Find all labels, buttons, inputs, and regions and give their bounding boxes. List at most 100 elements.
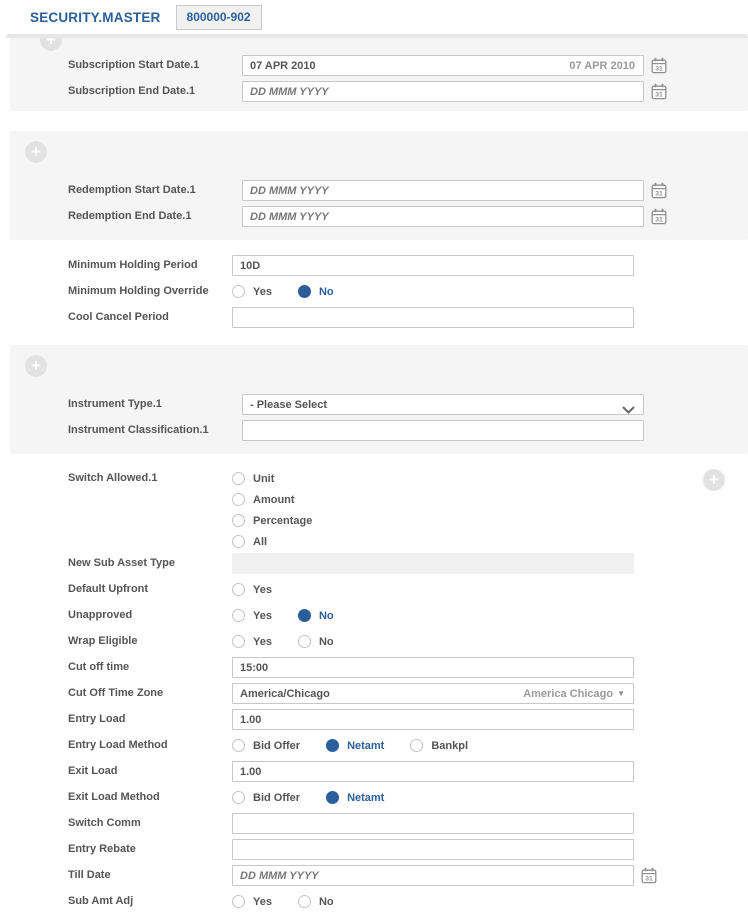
- add-switch-row-button[interactable]: +: [703, 469, 725, 491]
- wrap-eligible-row: Wrap Eligible Yes No: [0, 629, 748, 654]
- unapproved-radio-group: Yes No: [232, 609, 360, 622]
- subscription-end-date-calendar-button[interactable]: 31: [651, 83, 667, 100]
- redemption-end-date-label: Redemption End Date.1: [10, 210, 242, 223]
- new-sub-asset-type-label: New Sub Asset Type: [0, 557, 232, 570]
- sub-amt-adj-yes-radio[interactable]: Yes: [232, 895, 272, 908]
- unapproved-no-radio[interactable]: No: [298, 609, 334, 622]
- exit-load-input[interactable]: [232, 761, 634, 782]
- exit-load-method-row: Exit Load Method Bid Offer Netamt: [0, 785, 748, 810]
- svg-text:31: 31: [655, 66, 663, 73]
- till-date-calendar-button[interactable]: 31: [641, 867, 657, 884]
- cut-off-time-label: Cut off time: [0, 661, 232, 674]
- redemption-dates-panel: + Redemption Start Date.1 31 Redemption …: [10, 131, 748, 240]
- radio-icon: [232, 609, 245, 622]
- add-redemption-row-button[interactable]: +: [25, 141, 47, 163]
- redemption-start-date-label: Redemption Start Date.1: [10, 184, 242, 197]
- redemption-start-date-input[interactable]: [242, 180, 644, 201]
- switch-allowed-unit-radio[interactable]: Unit: [232, 472, 274, 485]
- instrument-classification-label: Instrument Classification.1: [10, 424, 242, 437]
- calendar-icon: 31: [651, 83, 667, 100]
- radio-checked-icon: [298, 285, 311, 298]
- subscription-start-date-calendar-button[interactable]: 31: [651, 57, 667, 74]
- radio-checked-icon: [326, 739, 339, 752]
- subscription-start-date-input[interactable]: [242, 55, 644, 76]
- svg-text:31: 31: [655, 92, 663, 99]
- radio-icon: [298, 635, 311, 648]
- page-title: SECURITY.MASTER: [30, 10, 161, 25]
- instrument-classification-input[interactable]: [242, 420, 644, 441]
- redemption-start-date-calendar-button[interactable]: 31: [651, 182, 667, 199]
- wrap-eligible-label: Wrap Eligible: [0, 635, 232, 648]
- switch-comm-input[interactable]: [232, 813, 634, 834]
- cut-off-time-zone-label: Cut Off Time Zone: [0, 687, 232, 700]
- cut-off-time-zone-row: Cut Off Time Zone America Chicago ▼: [0, 681, 748, 706]
- radio-icon: [232, 285, 245, 298]
- switch-allowed-row: Switch Allowed.1 Unit Amount Percentage …: [0, 469, 748, 550]
- subscription-start-date-label: Subscription Start Date.1: [10, 59, 242, 72]
- sub-amt-adj-no-radio[interactable]: No: [298, 895, 334, 908]
- calendar-icon: 31: [651, 182, 667, 199]
- add-instrument-row-button[interactable]: +: [25, 355, 47, 377]
- sub-amt-adj-label: Sub Amt Adj: [0, 895, 232, 908]
- redemption-end-date-calendar-button[interactable]: 31: [651, 208, 667, 225]
- instrument-panel: + Instrument Type.1 - Please Select Inst…: [10, 345, 748, 454]
- sub-amt-adj-row: Sub Amt Adj Yes No: [0, 889, 748, 914]
- minimum-holding-period-label: Minimum Holding Period: [0, 259, 232, 272]
- tab-800000-902[interactable]: 800000-902: [176, 5, 262, 30]
- exit-load-method-bid-offer-radio[interactable]: Bid Offer: [232, 791, 300, 804]
- default-upfront-label: Default Upfront: [0, 583, 232, 596]
- till-date-row: Till Date 31: [0, 863, 748, 888]
- radio-icon: [232, 493, 245, 506]
- switch-allowed-amount-radio[interactable]: Amount: [232, 493, 295, 506]
- cut-off-time-zone-input[interactable]: [232, 683, 634, 704]
- switch-comm-label: Switch Comm: [0, 817, 232, 830]
- entry-rebate-input[interactable]: [232, 839, 634, 860]
- page-header: SECURITY.MASTER 800000-902: [0, 0, 748, 34]
- exit-load-method-radio-group: Bid Offer Netamt: [232, 791, 410, 804]
- entry-load-method-bankpl-radio[interactable]: Bankpl: [410, 739, 468, 752]
- calendar-icon: 31: [651, 208, 667, 225]
- subscription-end-date-input[interactable]: [242, 81, 644, 102]
- till-date-input[interactable]: [232, 865, 634, 886]
- subscription-dates-panel: + Subscription Start Date.1 07 APR 2010 …: [10, 38, 748, 111]
- redemption-start-date-row: Redemption Start Date.1 31: [10, 178, 748, 203]
- entry-load-row: Entry Load: [0, 707, 748, 732]
- cut-off-time-input[interactable]: [232, 657, 634, 678]
- switch-allowed-all-radio[interactable]: All: [232, 535, 267, 548]
- switch-allowed-label: Switch Allowed.1: [0, 469, 232, 485]
- new-sub-asset-type-row: New Sub Asset Type: [0, 551, 748, 576]
- sub-amt-adj-radio-group: Yes No: [232, 895, 360, 908]
- instrument-type-select[interactable]: - Please Select: [242, 394, 644, 415]
- exit-load-label: Exit Load: [0, 765, 232, 778]
- default-upfront-yes-radio[interactable]: Yes: [232, 583, 272, 596]
- default-upfront-radio-group: Yes: [232, 583, 298, 596]
- minimum-holding-period-input[interactable]: [232, 255, 634, 276]
- minimum-holding-override-no-radio[interactable]: No: [298, 285, 334, 298]
- radio-icon: [232, 739, 245, 752]
- radio-icon: [232, 535, 245, 548]
- wrap-eligible-yes-radio[interactable]: Yes: [232, 635, 272, 648]
- cool-cancel-period-input[interactable]: [232, 307, 634, 328]
- till-date-label: Till Date: [0, 869, 232, 882]
- radio-icon: [232, 472, 245, 485]
- radio-icon: [298, 895, 311, 908]
- entry-load-method-label: Entry Load Method: [0, 739, 232, 752]
- wrap-eligible-no-radio[interactable]: No: [298, 635, 334, 648]
- minimum-holding-override-yes-radio[interactable]: Yes: [232, 285, 272, 298]
- entry-load-method-bid-offer-radio[interactable]: Bid Offer: [232, 739, 300, 752]
- add-subscription-row-button[interactable]: +: [40, 38, 62, 51]
- entry-load-input[interactable]: [232, 709, 634, 730]
- holding-group: Minimum Holding Period Minimum Holding O…: [0, 253, 748, 330]
- switch-allowed-percentage-radio[interactable]: Percentage: [232, 514, 312, 527]
- exit-load-method-netamt-radio[interactable]: Netamt: [326, 791, 384, 804]
- svg-text:31: 31: [645, 876, 653, 883]
- unapproved-label: Unapproved: [0, 609, 232, 622]
- unapproved-yes-radio[interactable]: Yes: [232, 609, 272, 622]
- entry-load-method-radio-group: Bid Offer Netamt Bankpl: [232, 739, 494, 752]
- instrument-classification-row: Instrument Classification.1: [10, 418, 748, 443]
- redemption-end-date-input[interactable]: [242, 206, 644, 227]
- subscription-start-date-row: Subscription Start Date.1 07 APR 2010 31: [10, 53, 748, 78]
- entry-load-method-netamt-radio[interactable]: Netamt: [326, 739, 384, 752]
- cut-off-time-row: Cut off time: [0, 655, 748, 680]
- radio-checked-icon: [298, 609, 311, 622]
